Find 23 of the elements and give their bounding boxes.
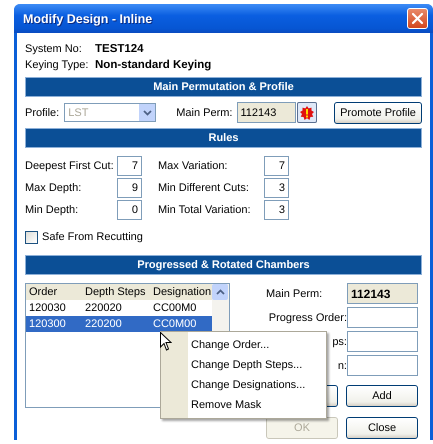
field-label: Min Different Cuts: (158, 182, 250, 194)
field-value: Non-standard Keying (95, 58, 212, 72)
field-label: ps: (332, 336, 347, 348)
field-value: TEST124 (95, 42, 145, 56)
field-label: System No: (25, 42, 83, 56)
main-perm-field: 112143 (347, 283, 418, 304)
field-label: Main Perm: (266, 288, 324, 300)
checkbox-label: Safe From Recutting (42, 231, 143, 243)
window-title: Modify Design - Inline (23, 12, 152, 26)
section-header: Progressed & Rotated Chambers (25, 255, 422, 275)
field-label: Keying Type: (25, 58, 90, 72)
field-label: Max Variation: (158, 160, 228, 172)
section-header: Rules (25, 128, 422, 148)
section-header: Main Permutation & Profile (25, 77, 422, 97)
field-label: Min Total Variation: (158, 204, 252, 216)
main-perm-field: 112143 (236, 102, 296, 123)
field-label: Profile: (25, 106, 60, 118)
field-label: n: (338, 360, 347, 372)
field-label: Main Perm: (176, 106, 232, 118)
field-label: Max Depth: (25, 182, 82, 194)
field-label: Deepest First Cut: (25, 160, 115, 172)
field-label: Min Depth: (25, 204, 80, 216)
field-label: Progress Order: (268, 312, 347, 324)
